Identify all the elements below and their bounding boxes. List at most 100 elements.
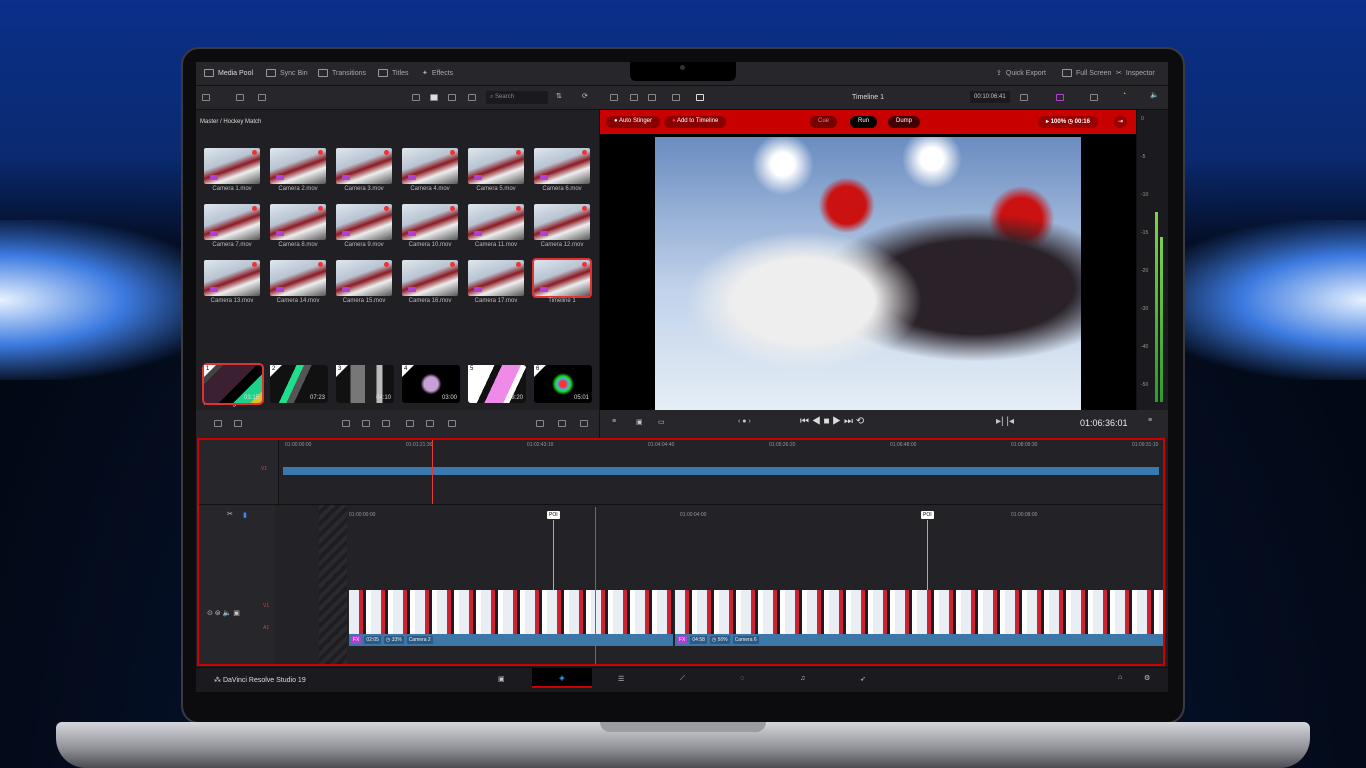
place-on-top-icon[interactable]: [426, 420, 434, 427]
import-folder-icon[interactable]: [258, 94, 266, 101]
fx-toggle-icon[interactable]: ▣: [636, 418, 643, 426]
volume-icon[interactable]: 🔈: [1150, 91, 1159, 99]
layout-icon[interactable]: [672, 94, 680, 101]
clip-thumbnail[interactable]: [402, 260, 458, 296]
lower-playhead[interactable]: [595, 507, 596, 664]
clip-thumbnail[interactable]: [204, 204, 260, 240]
auto-stinger-toggle[interactable]: ● Auto Stinger: [606, 116, 660, 128]
fx-tag-icon: [210, 287, 218, 292]
insert-icon[interactable]: [214, 420, 222, 427]
edit-page-icon[interactable]: ☰: [618, 675, 624, 683]
clip-thumbnail[interactable]: [468, 260, 524, 296]
stinger-thumbnail[interactable]: 6 05:01: [534, 365, 592, 403]
add-to-timeline-toggle[interactable]: ● Add to Timeline: [664, 116, 727, 128]
replay-icon[interactable]: [696, 94, 704, 101]
prev-next-frame-icons[interactable]: ▸| |◂: [996, 416, 1014, 427]
upper-playhead[interactable]: [432, 440, 433, 504]
clip-thumbnail[interactable]: [336, 204, 392, 240]
safe-area-icon[interactable]: [558, 420, 566, 427]
clip-thumbnail[interactable]: [534, 148, 590, 184]
clip-thumbnail[interactable]: [468, 148, 524, 184]
ripple-overwrite-icon[interactable]: [382, 420, 390, 427]
marker-icon[interactable]: ▮: [243, 511, 247, 519]
dump-button[interactable]: Dump: [888, 116, 921, 128]
source-overwrite-icon[interactable]: [448, 420, 456, 427]
output-icon[interactable]: ▭: [658, 418, 665, 426]
fusion-page-icon[interactable]: ⟋: [680, 675, 685, 683]
overwrite-icon[interactable]: [234, 420, 242, 427]
tab-transitions[interactable]: Transitions: [318, 69, 366, 77]
fx-tag-icon: [276, 175, 284, 180]
full-screen-button[interactable]: Full Screen: [1062, 69, 1111, 77]
poi-marker-1[interactable]: POI: [547, 511, 560, 519]
exit-icon[interactable]: ⇥: [1114, 116, 1128, 128]
clip-thumbnail[interactable]: [402, 148, 458, 184]
jog-icon[interactable]: ‹ ● ›: [738, 418, 751, 425]
split-icon[interactable]: [536, 420, 544, 427]
cut-page-icon[interactable]: ◈: [532, 668, 592, 688]
inspector-button[interactable]: ✂ Inspector: [1116, 69, 1155, 78]
tab-effects[interactable]: ✦ Effects: [422, 69, 453, 78]
clip-thumbnail[interactable]: [336, 148, 392, 184]
panel-toggle-icon[interactable]: [202, 94, 210, 101]
fairlight-page-icon[interactable]: ♫: [800, 675, 805, 682]
speed-duration-display: ▸ 100% ◷ 00:16: [1038, 116, 1098, 128]
transport-controls[interactable]: ⏮ ◀ ■ ▶ ⏭ ⟲: [800, 416, 864, 427]
append-icon[interactable]: [362, 420, 370, 427]
deliver-page-icon[interactable]: ➶: [860, 675, 866, 683]
settings-gear-icon[interactable]: ⚙: [1144, 674, 1150, 682]
stinger-thumbnail[interactable]: 3 04:10: [336, 365, 394, 403]
clip-thumbnail[interactable]: [468, 204, 524, 240]
clip-label: Camera 8.mov: [278, 242, 318, 248]
multicam-icon[interactable]: [648, 94, 656, 101]
fx-tag-icon: [210, 231, 218, 236]
stinger-thumbnail[interactable]: 5 08:20: [468, 365, 526, 403]
timeline-clip-camera-2[interactable]: FX 02:05 ◷ 33% Camera 2: [349, 590, 673, 646]
upper-track-clip-strip[interactable]: [283, 467, 1159, 475]
clip-thumbnail[interactable]: [402, 204, 458, 240]
home-icon[interactable]: ⌂: [1118, 674, 1122, 681]
viewer-size-icon[interactable]: [1020, 94, 1028, 101]
close-up-icon[interactable]: [406, 420, 414, 427]
clip-thumbnail[interactable]: [204, 260, 260, 296]
stinger-thumbnail[interactable]: 2 07:23: [270, 365, 328, 403]
list-view-icon[interactable]: [468, 94, 476, 101]
tab-titles[interactable]: Titles: [378, 69, 408, 77]
clip-thumbnail[interactable]: [270, 204, 326, 240]
fx-overlay-icon[interactable]: [1056, 94, 1064, 101]
image-icon[interactable]: [610, 94, 618, 101]
stinger-thumbnail[interactable]: 1 03:15: [202, 363, 264, 405]
scope-icon[interactable]: [580, 420, 588, 427]
track-controls-icon[interactable]: ⊙ ⊜ 🔈 ▣: [207, 609, 240, 617]
menu-lines-icon[interactable]: ≡: [612, 418, 616, 425]
tab-media-pool[interactable]: Media Pool: [204, 69, 253, 77]
filmstrip-view-icon[interactable]: [412, 94, 420, 101]
tab-sync-bin[interactable]: Sync Bin: [266, 69, 308, 77]
clip-thumbnail[interactable]: [532, 258, 592, 298]
import-media-icon[interactable]: [236, 94, 244, 101]
poi-marker-2[interactable]: POI: [921, 511, 934, 519]
quick-export-button[interactable]: ⇪ Quick Export: [996, 69, 1046, 78]
clip-thumbnail[interactable]: [204, 148, 260, 184]
clip-thumbnail[interactable]: [534, 204, 590, 240]
color-wheel-icon[interactable]: ◔: [1122, 91, 1126, 98]
sort-icon[interactable]: ⇅: [556, 92, 562, 100]
color-page-icon[interactable]: ◌: [740, 675, 744, 682]
cue-button[interactable]: Cue: [810, 116, 838, 128]
refresh-icon[interactable]: ⟳: [582, 92, 588, 100]
transform-icon[interactable]: [1090, 94, 1098, 101]
clip-thumbnail[interactable]: [270, 260, 326, 296]
clip-icon[interactable]: [630, 94, 638, 101]
thumbnail-view-icon[interactable]: [448, 94, 456, 101]
options-icon[interactable]: ≡: [1148, 417, 1152, 424]
clip-thumbnail[interactable]: [336, 260, 392, 296]
media-page-icon[interactable]: ▣: [498, 675, 505, 683]
clip-thumbnail[interactable]: [270, 148, 326, 184]
stinger-thumbnail[interactable]: 4 03:00: [402, 365, 460, 403]
timeline-clip-camera-6[interactable]: FX 04:58 ◷ 50% Camera 6: [675, 590, 1163, 646]
search-input[interactable]: ⌕ Search: [486, 91, 548, 104]
smart-insert-icon[interactable]: [342, 420, 350, 427]
razor-icon[interactable]: ✂: [227, 510, 233, 518]
run-button[interactable]: Run: [850, 116, 878, 128]
grid-view-icon[interactable]: [430, 94, 438, 101]
